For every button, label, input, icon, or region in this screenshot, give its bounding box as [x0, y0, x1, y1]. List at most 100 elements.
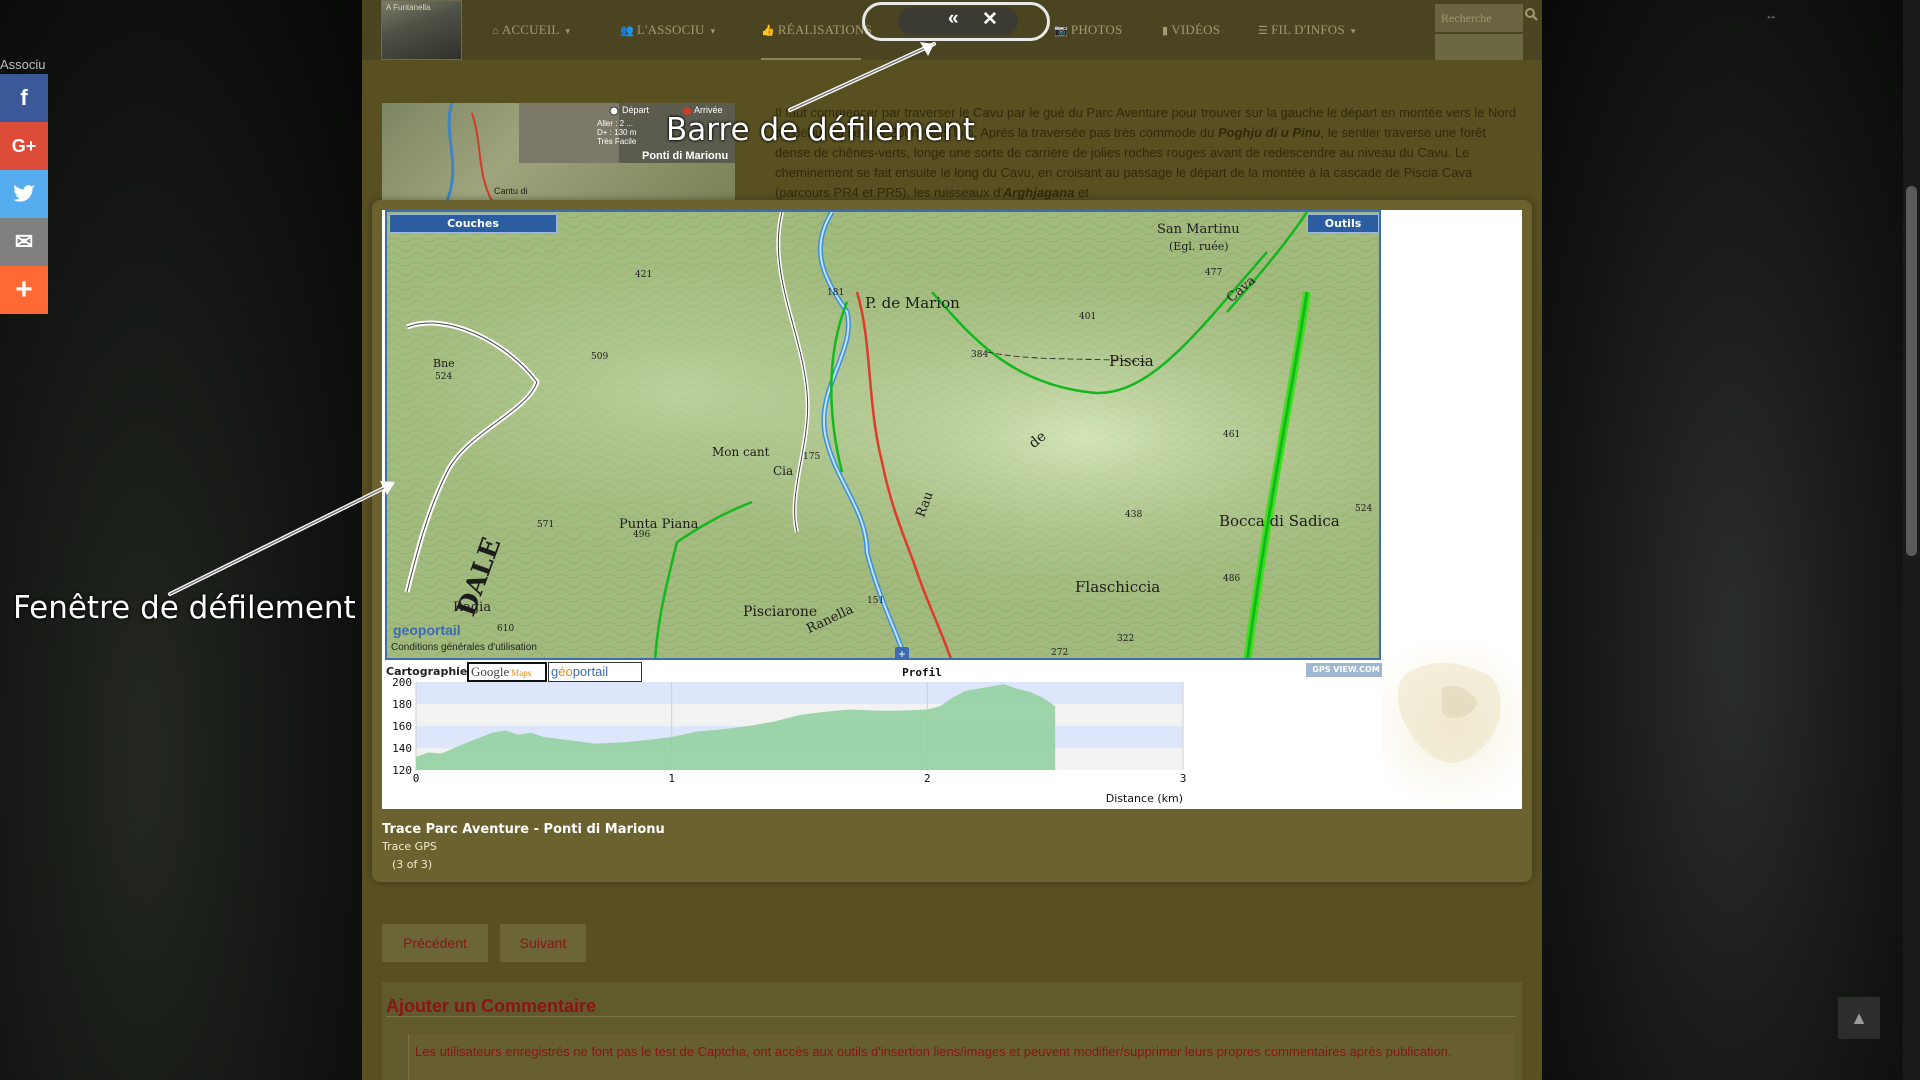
map-height: 181 — [827, 288, 845, 298]
list-icon: ☰ — [1258, 25, 1269, 37]
map-height: 509 — [591, 352, 609, 362]
nav-item-photos[interactable]: 📷 PHOTOS — [1054, 22, 1122, 38]
zoom-in-button[interactable]: + — [895, 647, 909, 658]
nav-item-fil-dinfos[interactable]: ☰ FIL D'INFOS ▾ — [1258, 22, 1356, 38]
layers-button[interactable]: Couches — [389, 214, 557, 233]
map-height: 477 — [1205, 268, 1223, 278]
map-height: 486 — [1223, 574, 1241, 584]
y-tick-label: 120 — [392, 764, 412, 777]
scrollbar-annotation-label: Barre de défilement — [666, 112, 976, 148]
map-height: 610 — [497, 624, 515, 634]
nav-label: L'ASSOCIU — [636, 22, 705, 37]
map-height: 322 — [1117, 634, 1135, 644]
google-plus-icon: G+ — [11, 136, 37, 156]
background-right — [1542, 0, 1920, 1080]
scroll-to-top-button[interactable]: ▲ — [1838, 997, 1880, 1039]
google-label: Google — [471, 664, 510, 679]
profile-band — [416, 682, 1183, 704]
map-height: 401 — [1079, 312, 1097, 322]
map-height: 384 — [971, 350, 989, 360]
facebook-share-button[interactable]: f — [0, 74, 48, 122]
comment-notice-text: Les utilisateurs enregistrés ne font pas… — [415, 1044, 1452, 1059]
geoportail-logo: geoportail — [393, 622, 461, 638]
nav-item-realisations[interactable]: 👍 RÉALISATIONS — [761, 22, 872, 38]
map-height: 571 — [537, 520, 555, 530]
y-tick-label: 180 — [392, 698, 412, 711]
more-share-button[interactable]: + — [0, 266, 48, 314]
search-submit-button[interactable] — [1435, 34, 1523, 60]
site-logo[interactable]: A Funtanella — [381, 0, 462, 60]
close-icon[interactable]: ✕ — [982, 8, 998, 31]
previous-button[interactable]: Précédent — [382, 924, 488, 962]
x-tick-label: 1 — [668, 772, 675, 785]
route-title: Ponti di Marionu — [642, 150, 729, 162]
caption-subtitle: Trace GPS — [382, 840, 437, 853]
next-button[interactable]: Suivant — [500, 924, 586, 962]
map-place-label: Cantu di — [494, 186, 528, 196]
comment-title: Ajouter un Commentaire — [386, 996, 597, 1016]
map-label: Flaschiccia — [1075, 578, 1161, 596]
x-tick-label: 2 — [924, 772, 931, 785]
elevation-profile-chart: 120 140 160 180 200 0 1 2 3 Distance (km) — [392, 678, 1187, 805]
map-label: Punta Piana — [619, 517, 699, 532]
collapse-icon[interactable]: « — [948, 8, 959, 30]
search-input[interactable] — [1435, 4, 1523, 32]
map-label: Piscia — [1109, 352, 1154, 370]
nav-item-associu[interactable]: 👥 L'ASSOCIU ▾ — [620, 22, 715, 38]
background-left — [0, 0, 362, 1080]
comment-notice: Les utilisateurs enregistrés ne font pas… — [408, 1034, 1514, 1080]
article-emphasis: Arghjagana — [1002, 185, 1075, 200]
topo-map[interactable]: Couches Outils P. de Marion San Martinu … — [385, 210, 1381, 660]
logo-text: A Funtanella — [386, 3, 431, 12]
map-height: 421 — [635, 270, 653, 280]
map-height: 438 — [1125, 510, 1143, 520]
nav-label: ACCUEIL — [501, 22, 560, 37]
chevron-down-icon: ▾ — [565, 26, 571, 36]
map-label: Bne — [433, 357, 455, 370]
world-map-shape — [1398, 663, 1501, 763]
image-counter: (3 of 3) — [392, 858, 433, 871]
facebook-icon: f — [20, 85, 28, 110]
nav-label: RÉALISATIONS — [777, 22, 873, 37]
tools-button[interactable]: Outils — [1307, 214, 1379, 233]
y-tick-label: 160 — [392, 720, 412, 733]
article-text-part: et — [1074, 185, 1089, 200]
camera-icon: 📷 — [1054, 25, 1068, 37]
map-terms-link[interactable]: Conditions générales d'utilisation — [391, 642, 537, 653]
nav-label: VIDÉOS — [1171, 22, 1221, 37]
map-height: 496 — [633, 530, 651, 540]
map-label: Pisciarone — [743, 604, 818, 620]
legend-start: Départ — [622, 105, 650, 115]
x-tick-label: 3 — [1180, 772, 1187, 785]
chevron-down-icon: ▾ — [1350, 26, 1356, 36]
geo-suffix: portail — [572, 664, 609, 679]
expand-icon[interactable]: ↔ — [1765, 8, 1777, 22]
window-annotation-label: Fenêtre de défilement — [13, 590, 356, 626]
home-icon: ⌂ — [492, 25, 499, 37]
google-plus-share-button[interactable]: G+ — [0, 122, 48, 170]
article-emphasis: Poghju di u Pinu — [1217, 125, 1321, 140]
email-share-button[interactable]: ✉ — [0, 218, 48, 266]
map-label: P. de Marion — [865, 294, 960, 312]
nav-label: FIL D'INFOS — [1271, 22, 1345, 37]
x-tick-label: 0 — [413, 772, 420, 785]
email-icon: ✉ — [14, 229, 34, 254]
twitter-share-button[interactable] — [0, 170, 48, 218]
x-axis-label: Distance (km) — [1106, 792, 1183, 805]
gpsview-badge[interactable]: GPS VIEW.COM — [1306, 663, 1386, 677]
page-container: A Funtanella ⌂ ACCUEIL ▾ 👥 L'ASSOCIU ▾ 👍 RÉAL… — [362, 0, 1542, 1080]
twitter-icon — [13, 185, 35, 202]
map-height: 151 — [867, 596, 885, 606]
map-label: Bocca di Sadica — [1219, 512, 1340, 530]
search-icon[interactable] — [1525, 8, 1538, 24]
geo-o: éo — [558, 664, 573, 679]
page-scrollbar-thumb[interactable] — [1906, 186, 1917, 556]
cartography-label: Cartographie: — [386, 665, 472, 678]
lightbox-content: Couches Outils P. de Marion San Martinu … — [382, 210, 1522, 809]
nav-item-accueil[interactable]: ⌂ ACCUEIL ▾ — [492, 22, 570, 38]
caption-title: Trace Parc Aventure - Ponti di Marionu — [382, 822, 665, 837]
users-icon: 👥 — [620, 25, 634, 37]
video-icon: ▮ — [1162, 25, 1169, 37]
nav-item-videos[interactable]: ▮ VIDÉOS — [1162, 22, 1220, 38]
map-label: Cia — [773, 464, 794, 478]
